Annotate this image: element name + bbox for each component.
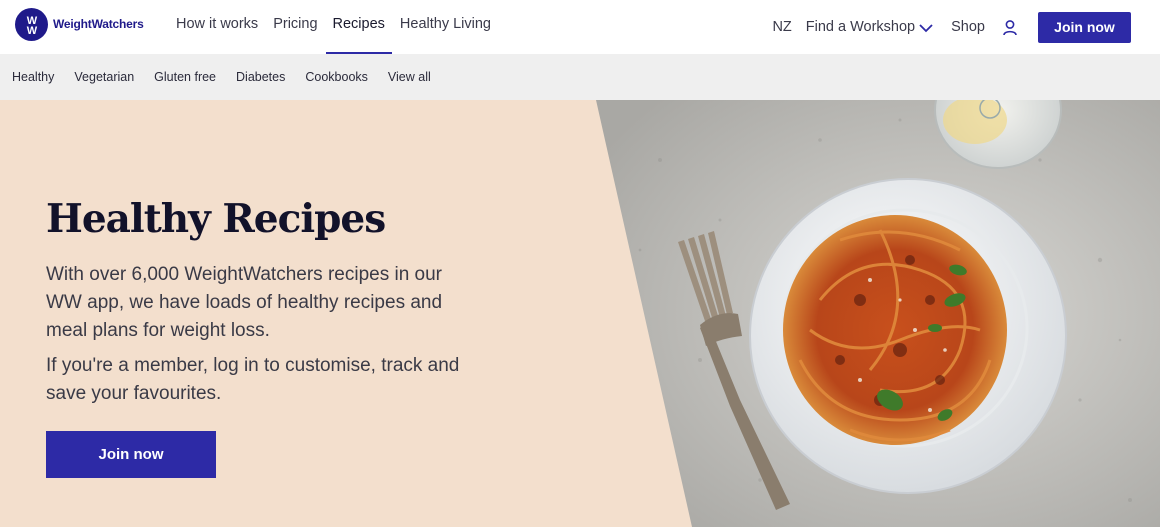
- page-title: Healthy Recipes: [46, 196, 386, 242]
- user-icon[interactable]: [1000, 17, 1020, 37]
- recipe-category-nav: Healthy Vegetarian Gluten free Diabetes …: [0, 54, 1160, 100]
- primary-nav: How it works Pricing Recipes Healthy Liv…: [176, 0, 506, 54]
- nav-item-pricing[interactable]: Pricing: [273, 0, 317, 54]
- subnav-item-healthy[interactable]: Healthy: [12, 70, 54, 84]
- utility-nav: NZ Find a Workshop Shop Join now: [772, 0, 1131, 54]
- subnav-item-view-all[interactable]: View all: [388, 70, 431, 84]
- subnav-item-vegetarian[interactable]: Vegetarian: [74, 70, 134, 84]
- shop-link[interactable]: Shop: [951, 19, 985, 35]
- svg-text:W: W: [26, 25, 37, 37]
- subnav-item-gluten-free[interactable]: Gluten free: [154, 70, 216, 84]
- hero-banner: Healthy Recipes With over 6,000 WeightWa…: [0, 100, 1160, 527]
- nav-item-healthy-living[interactable]: Healthy Living: [400, 0, 491, 54]
- hero-member-text: If you're a member, log in to customise,…: [46, 355, 460, 404]
- brand-name[interactable]: WeightWatchers: [53, 17, 144, 31]
- subnav-item-cookbooks[interactable]: Cookbooks: [305, 70, 368, 84]
- nav-item-recipes[interactable]: Recipes: [325, 0, 393, 54]
- hero-join-now-button[interactable]: Join now: [46, 431, 216, 478]
- subnav-item-diabetes[interactable]: Diabetes: [236, 70, 285, 84]
- chevron-down-icon: [919, 24, 933, 33]
- ww-logo-icon[interactable]: W W: [15, 8, 48, 41]
- top-navigation: W W WeightWatchers How it works Pricing …: [0, 0, 1160, 54]
- join-now-button[interactable]: Join now: [1038, 11, 1131, 43]
- hero-intro-text: With over 6,000 WeightWatchers recipes i…: [46, 264, 443, 341]
- country-selector[interactable]: NZ: [772, 19, 791, 35]
- find-workshop-label: Find a Workshop: [805, 19, 916, 35]
- find-workshop-dropdown[interactable]: Find a Workshop: [806, 19, 933, 35]
- nav-item-how-it-works[interactable]: How it works: [176, 0, 258, 54]
